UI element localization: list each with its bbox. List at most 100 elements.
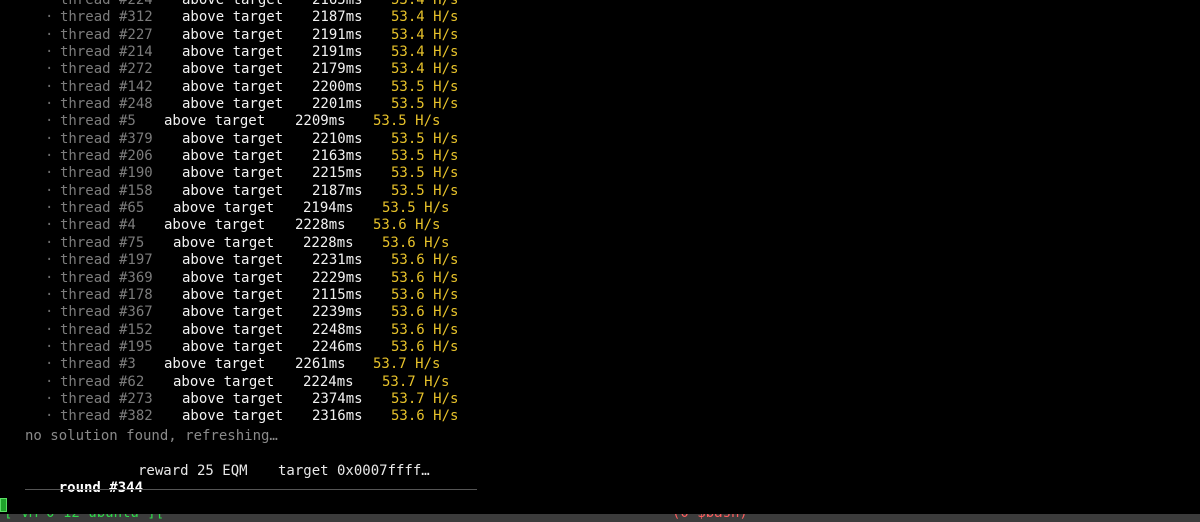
thread-status: above target [182,165,284,182]
bullet-dot: · [45,304,54,321]
thread-row: · thread #214 above target 2191ms 53.4 H/s [0,44,1200,61]
thread-status: above target [182,44,284,61]
thread-time: 2228ms [303,234,354,251]
thread-status: above target [173,200,275,217]
bullet-dot: · [45,9,54,26]
thread-status: above target [182,96,284,113]
thread-row: · thread #227 above target 2191ms 53.4 H/s [0,27,1200,44]
thread-status: above target [182,182,284,199]
thread-time: 2229ms [312,269,363,286]
thread-status: above target [182,321,284,338]
thread-label: thread #227 [60,26,153,43]
thread-time: 2316ms [312,408,363,425]
bullet-dot: · [45,61,54,78]
bullet-dot: · [45,165,54,182]
thread-row: · thread #158 above target 2187ms 53.5 H/s [0,183,1200,200]
thread-hash-rate: 53.4 H/s [391,26,459,43]
terminal-cursor[interactable] [0,498,7,512]
thread-time: 2231ms [312,252,363,269]
thread-status: above target [164,217,266,234]
tmux-status-bar: [ VM-0-12-ubuntu ][ (0*$bash) [0,514,1200,522]
thread-label: thread #248 [60,96,153,113]
thread-time: 2215ms [312,165,363,182]
thread-row: · thread #272 above target 2179ms 53.4 H/s [0,61,1200,78]
thread-row: · thread #382 above target 2316ms 53.6 H/s [0,408,1200,425]
thread-row: · thread #142 above target 2200ms 53.5 H/s [0,79,1200,96]
thread-hash-rate: 53.5 H/s [391,148,459,165]
thread-label: thread #206 [60,148,153,165]
thread-time: 2191ms [312,44,363,61]
thread-status: above target [173,373,275,390]
thread-row: · thread #62 above target 2224ms 53.7 H/s [0,374,1200,391]
thread-label: thread #65 [60,200,145,217]
thread-time: 2228ms [295,217,346,234]
thread-time: 2239ms [312,304,363,321]
thread-label: thread #190 [60,165,153,182]
thread-label: thread #3 [60,356,136,373]
bullet-dot: · [45,26,54,43]
thread-hash-rate: 53.5 H/s [373,113,441,130]
thread-label: thread #4 [60,217,136,234]
thread-hash-rate: 53.7 H/s [391,390,459,407]
thread-label: thread #195 [60,338,153,355]
thread-label: thread #382 [60,408,153,425]
thread-row: · thread #369 above target 2229ms 53.6 H/s [0,270,1200,287]
thread-hash-rate: 53.5 H/s [391,96,459,113]
bullet-dot: · [45,356,54,373]
thread-row: · thread #248 above target 2201ms 53.5 H/s [0,96,1200,113]
thread-time: 2210ms [312,130,363,147]
thread-label: thread #142 [60,78,153,95]
thread-hash-rate: 53.5 H/s [391,78,459,95]
thread-row: · thread #273 above target 2374ms 53.7 H/s [0,391,1200,408]
bullet-dot: · [45,44,54,61]
thread-row: · thread #312 above target 2187ms 53.4 H/s [0,9,1200,26]
thread-time: 2179ms [312,61,363,78]
thread-time: 2163ms [312,148,363,165]
thread-label: thread #75 [60,234,145,251]
bullet-dot: · [45,148,54,165]
thread-status: above target [182,61,284,78]
thread-time: 2261ms [295,356,346,373]
thread-row: · thread #178 above target 2115ms 53.6 H/s [0,287,1200,304]
thread-status: above target [182,286,284,303]
thread-label: thread #5 [60,113,136,130]
divider-rule [25,489,477,490]
thread-time: 2187ms [312,9,363,26]
tmux-session-label: [ VM-0-12-ubuntu ][ [4,514,164,522]
thread-status: above target [182,78,284,95]
thread-label: thread #178 [60,286,153,303]
thread-row: · thread #197 above target 2231ms 53.6 H/s [0,252,1200,269]
thread-hash-rate: 53.6 H/s [391,304,459,321]
bullet-dot: · [45,269,54,286]
thread-hash-rate: 53.4 H/s [391,9,459,26]
thread-row: · thread #152 above target 2248ms 53.6 H/s [0,322,1200,339]
thread-label: thread #272 [60,61,153,78]
thread-status: above target [182,338,284,355]
bullet-dot: · [45,234,54,251]
thread-row: · thread #65 above target 2194ms 53.5 H/s [0,200,1200,217]
thread-hash-rate: 53.6 H/s [391,286,459,303]
thread-time: 2200ms [312,78,363,95]
thread-row: · thread #206 above target 2163ms 53.5 H/s [0,148,1200,165]
thread-hash-rate: 53.6 H/s [382,234,450,251]
thread-label: thread #214 [60,44,153,61]
thread-hash-rate: 53.7 H/s [382,373,450,390]
thread-status: above target [182,0,284,8]
thread-status: above target [182,408,284,425]
round-label: round #344 [58,480,144,496]
thread-label: thread #312 [60,9,153,26]
thread-time: 2165ms [312,0,363,8]
thread-row: · thread #224 above target 2165ms 53.4 H/s [0,0,1200,9]
thread-time: 2248ms [312,321,363,338]
thread-row: · thread #195 above target 2246ms 53.6 H/s [0,339,1200,356]
thread-row: · thread #4 above target 2228ms 53.6 H/s [0,217,1200,234]
thread-label: thread #62 [60,373,145,390]
thread-status: above target [182,304,284,321]
status-message: no solution found, refreshing… [25,428,278,444]
terminal-output: · thread #224 above target 2165ms 53.4 H/s · t… [0,0,1200,514]
thread-label: thread #152 [60,321,153,338]
tmux-window-tab[interactable]: (0*$bash) [672,514,748,522]
bullet-dot: · [45,200,54,217]
thread-hash-rate: 53.4 H/s [391,44,459,61]
thread-status: above target [173,234,275,251]
